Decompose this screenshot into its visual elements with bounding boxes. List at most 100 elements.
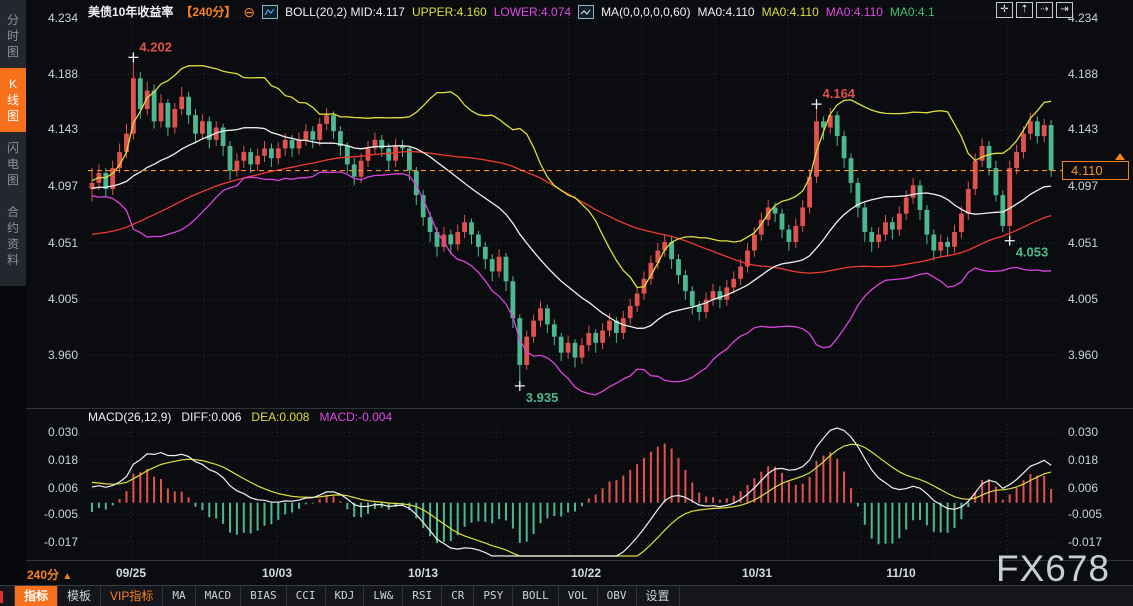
toolbar-tab-BOLL[interactable]: BOLL: [513, 586, 559, 606]
toolbar-tab-RSI[interactable]: RSI: [403, 586, 442, 606]
candle-body: [310, 131, 315, 140]
candle-body: [304, 131, 309, 140]
y-axis-label: 0.030: [48, 425, 78, 440]
candle-body: [780, 214, 785, 230]
toolbar-tab-VOL[interactable]: VOL: [559, 586, 598, 606]
candle-body: [952, 232, 957, 247]
watermark: FX678: [996, 548, 1110, 590]
y-axis-label: 4.188: [1068, 67, 1098, 82]
candle-body: [248, 152, 253, 164]
toolbar-tab-指标[interactable]: 指标: [14, 586, 58, 606]
candle-body: [738, 267, 743, 279]
candle-body: [138, 78, 143, 109]
boll-chart-icon[interactable]: [262, 5, 278, 19]
instrument-title: 美债10年收益率: [88, 3, 173, 20]
y-axis-label: 4.097: [1068, 179, 1098, 194]
macd-header: MACD(26,12,9) DIFF:0.006 DEA:0.008 MACD:…: [88, 410, 392, 424]
candle-body: [235, 161, 240, 171]
ma-value-readout: MA0:4.110: [697, 5, 754, 19]
y-axis-label: 4.051: [48, 236, 78, 251]
macd-diff-readout: DIFF:0.006: [181, 410, 241, 424]
candle-body: [959, 214, 964, 232]
macd-dea-line: [92, 444, 1051, 556]
sidebar-tab-闪电图[interactable]: 闪电图: [0, 132, 26, 196]
sidebar: 分时图K线图闪电图合约资料: [0, 0, 26, 606]
y-axis-label: 4.005: [1068, 292, 1098, 307]
candle-body: [593, 333, 598, 343]
crosshair-icon[interactable]: ✛: [996, 2, 1013, 18]
chart-canvas[interactable]: 4.2023.9354.1644.053: [0, 0, 1133, 606]
toolbar-tab-OBV[interactable]: OBV: [598, 586, 637, 606]
y-axis-label: 4.051: [1068, 236, 1098, 251]
window-controls: ✛⇡⇢⇥: [996, 2, 1073, 18]
candle-body: [290, 140, 295, 149]
candle-body: [752, 235, 757, 251]
candle-body: [255, 156, 260, 165]
sidebar-tab-K线图[interactable]: K线图: [0, 68, 26, 132]
candle-body: [862, 207, 867, 232]
y-axis-label: 0.006: [1068, 481, 1098, 496]
candle-body: [842, 136, 847, 158]
macd-diff-line: [92, 428, 1051, 556]
candle-body: [1021, 134, 1026, 152]
y-axis-label: 4.188: [48, 67, 78, 82]
toolbar-tab-KDJ[interactable]: KDJ: [326, 586, 365, 606]
candle-body: [455, 232, 460, 244]
candle-body: [345, 146, 350, 164]
x-axis-label: 10/22: [571, 566, 601, 580]
candle-body: [379, 140, 384, 149]
app-root: 4.2023.9354.1644.053 分时图K线图闪电图合约资料 美债10年…: [0, 0, 1133, 606]
candle-body: [276, 148, 281, 158]
x-axis: 09/2510/0310/1310/2210/3111/10: [0, 566, 1133, 582]
ma-chart-icon[interactable]: [578, 5, 594, 19]
scale-up-icon[interactable]: ⇡: [1016, 2, 1033, 18]
candle-body: [331, 115, 336, 131]
candle-body: [787, 230, 792, 242]
extreme-price-label: 4.202: [139, 39, 172, 54]
candle-body: [849, 158, 854, 183]
current-price-tag: 4.110: [1062, 161, 1129, 180]
toolbar-tab-MACD[interactable]: MACD: [196, 586, 242, 606]
sidebar-tab-合约资料[interactable]: 合约资料: [0, 196, 26, 276]
toolbar-tab-PSY[interactable]: PSY: [474, 586, 513, 606]
scale-right-icon[interactable]: ⇢: [1036, 2, 1053, 18]
candle-body: [580, 345, 585, 357]
candle-body: [448, 235, 453, 245]
candle-body: [166, 103, 171, 128]
toolbar-tab-VIP指标[interactable]: VIP指标: [101, 586, 163, 606]
candle-body: [586, 333, 591, 345]
candle-body: [497, 257, 502, 272]
extreme-price-label: 4.164: [823, 86, 856, 101]
candle-body: [607, 321, 612, 331]
toolbar-tab-CCI[interactable]: CCI: [287, 586, 326, 606]
candle-body: [193, 115, 198, 133]
candle-body: [697, 306, 702, 312]
y-axis-label: -0.005: [1068, 507, 1102, 522]
sidebar-tabs: 分时图K线图闪电图合约资料: [0, 0, 26, 286]
candle-body: [635, 294, 640, 306]
toolbar-tab-BIAS[interactable]: BIAS: [241, 586, 287, 606]
sidebar-tab-分时图[interactable]: 分时图: [0, 4, 26, 68]
ma-params-readout: MA(0,0,0,0,0,60): [601, 5, 690, 19]
boll-lower-readout: LOWER:4.074: [494, 5, 571, 19]
x-axis-label: 10/31: [742, 566, 772, 580]
detach-icon[interactable]: ⇥: [1056, 2, 1073, 18]
extreme-price-label: 4.053: [1016, 245, 1049, 260]
toolbar-tab-设置[interactable]: 设置: [637, 586, 680, 606]
boll-mid-line: [92, 128, 1051, 329]
toolbar-tab-MA[interactable]: MA: [163, 586, 195, 606]
candle-body: [897, 214, 902, 230]
candle-body: [600, 330, 605, 342]
toolbar-tab-模板[interactable]: 模板: [58, 586, 101, 606]
x-axis-label: 10/03: [262, 566, 292, 580]
x-axis-label: 10/13: [408, 566, 438, 580]
toolbar-tab-CR[interactable]: CR: [442, 586, 474, 606]
candle-body: [269, 148, 274, 158]
candle-body: [869, 232, 874, 242]
toolbar-tab-LW&[interactable]: LW&: [364, 586, 403, 606]
y-axis-label: 4.097: [48, 179, 78, 194]
collapse-indicator-icon[interactable]: ⊖: [243, 5, 255, 19]
candle-body: [911, 185, 916, 197]
candle-body: [324, 115, 329, 124]
ma-value-readout: MA0:4.110: [826, 5, 883, 19]
